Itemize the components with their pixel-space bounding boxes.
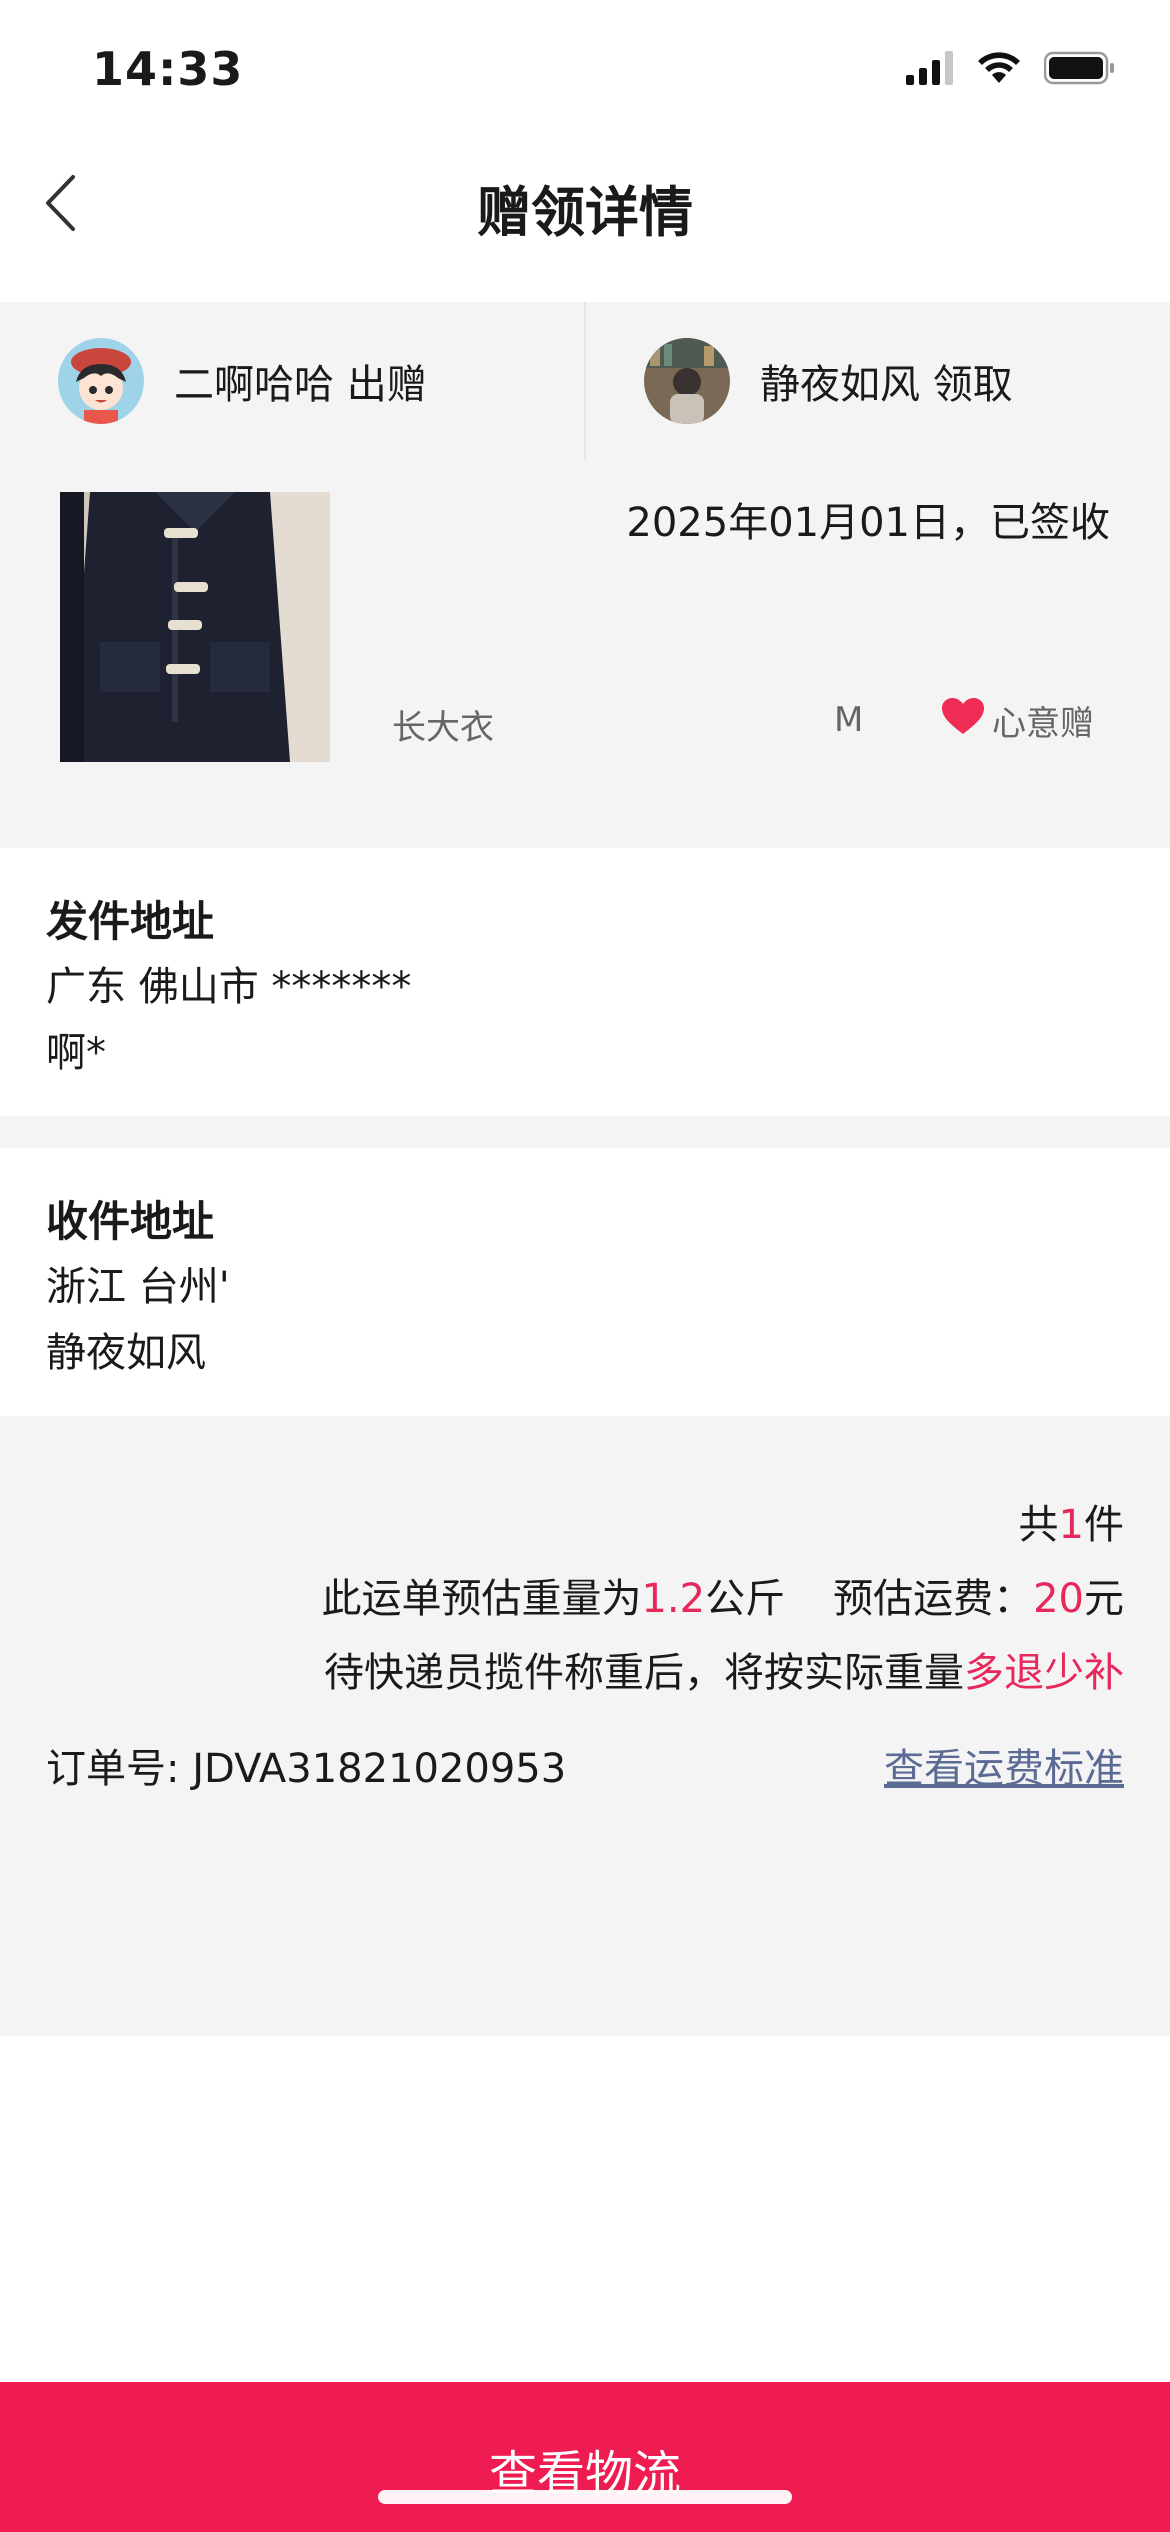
product-card[interactable]: 2025年01月01日，已签收 长大衣 M 心意赠 — [0, 460, 1170, 848]
receiver-address-section: 收件地址 浙江 台州' 静夜如风 — [0, 1148, 1170, 1416]
sender-address-title: 发件地址 — [46, 897, 215, 946]
receiver-avatar — [644, 338, 730, 424]
order-number: 订单号: JDVA31821020953 — [46, 1736, 566, 1794]
item-count: 共1件 — [1019, 1492, 1124, 1550]
weight-fee-line: 此运单预估重量为1.2公斤 预估运费：20元 — [321, 1566, 1124, 1624]
cellular-signal-icon — [906, 51, 954, 89]
gift-type-label: 心意赠 — [992, 704, 1094, 744]
giver-info[interactable]: 二啊哈哈 出赠 — [0, 302, 584, 460]
fee-label: 预估运费： — [833, 1576, 1034, 1622]
status-time: 14:33 — [92, 42, 244, 96]
wifi-icon — [976, 51, 1022, 89]
weight-note-highlight: 多退少补 — [964, 1650, 1124, 1696]
product-size: M — [834, 700, 864, 740]
fee-unit: 元 — [1084, 1576, 1124, 1622]
status-icons — [906, 50, 1116, 90]
receiver-address-title: 收件地址 — [46, 1197, 215, 1246]
item-count-prefix: 共 — [1018, 1502, 1059, 1548]
receiver-address-line: 浙江 台州' — [46, 1264, 230, 1310]
weight-unit: 公斤 — [705, 1576, 786, 1622]
order-number-label: 订单号: — [46, 1746, 180, 1792]
giver-label: 二啊哈哈 出赠 — [174, 362, 427, 408]
giver-avatar — [58, 338, 144, 424]
sender-name: 啊* — [46, 1030, 106, 1076]
weight-note: 待快递员揽件称重后，将按实际重量多退少补 — [324, 1640, 1124, 1698]
view-logistics-button[interactable]: 查看物流 — [0, 2382, 1170, 2532]
heart-icon — [940, 696, 986, 745]
product-name: 长大衣 — [392, 708, 494, 748]
weight-note-text: 待快递员揽件称重后，将按实际重量 — [324, 1650, 964, 1696]
receiver-name: 静夜如风 — [46, 1330, 206, 1376]
receiver-label: 静夜如风 领取 — [760, 362, 1013, 408]
weight-prefix: 此运单预估重量为 — [321, 1576, 642, 1622]
gift-type-tag: 心意赠 — [940, 696, 1094, 745]
receiver-info[interactable]: 静夜如风 领取 — [584, 302, 1170, 460]
parties-bar: 二啊哈哈 出赠 静夜如风 领取 — [0, 302, 1170, 462]
home-indicator[interactable] — [378, 2490, 792, 2504]
battery-icon — [1043, 51, 1116, 89]
item-count-suffix: 件 — [1084, 1502, 1124, 1548]
page-title: 赠领详情 — [477, 181, 693, 244]
product-image — [60, 492, 330, 762]
view-logistics-label: 查看物流 — [488, 2446, 681, 2502]
sender-address-section: 发件地址 广东 佛山市 ******* 啊* — [0, 848, 1170, 1116]
fee-value: 20 — [1033, 1576, 1084, 1622]
weight-value: 1.2 — [641, 1576, 706, 1622]
shipping-info: 共1件 此运单预估重量为1.2公斤 预估运费：20元 待快递员揽件称重后，将按实际… — [0, 1416, 1170, 2036]
section-divider — [0, 1116, 1170, 1148]
order-number-value: JDVA31821020953 — [192, 1746, 567, 1792]
sender-address-line: 广东 佛山市 ******* — [46, 964, 412, 1010]
item-count-value: 1 — [1058, 1502, 1084, 1548]
fee-standard-link[interactable]: 查看运费标准 — [884, 1736, 1124, 1794]
receipt-status: 2025年01月01日，已签收 — [626, 500, 1110, 546]
